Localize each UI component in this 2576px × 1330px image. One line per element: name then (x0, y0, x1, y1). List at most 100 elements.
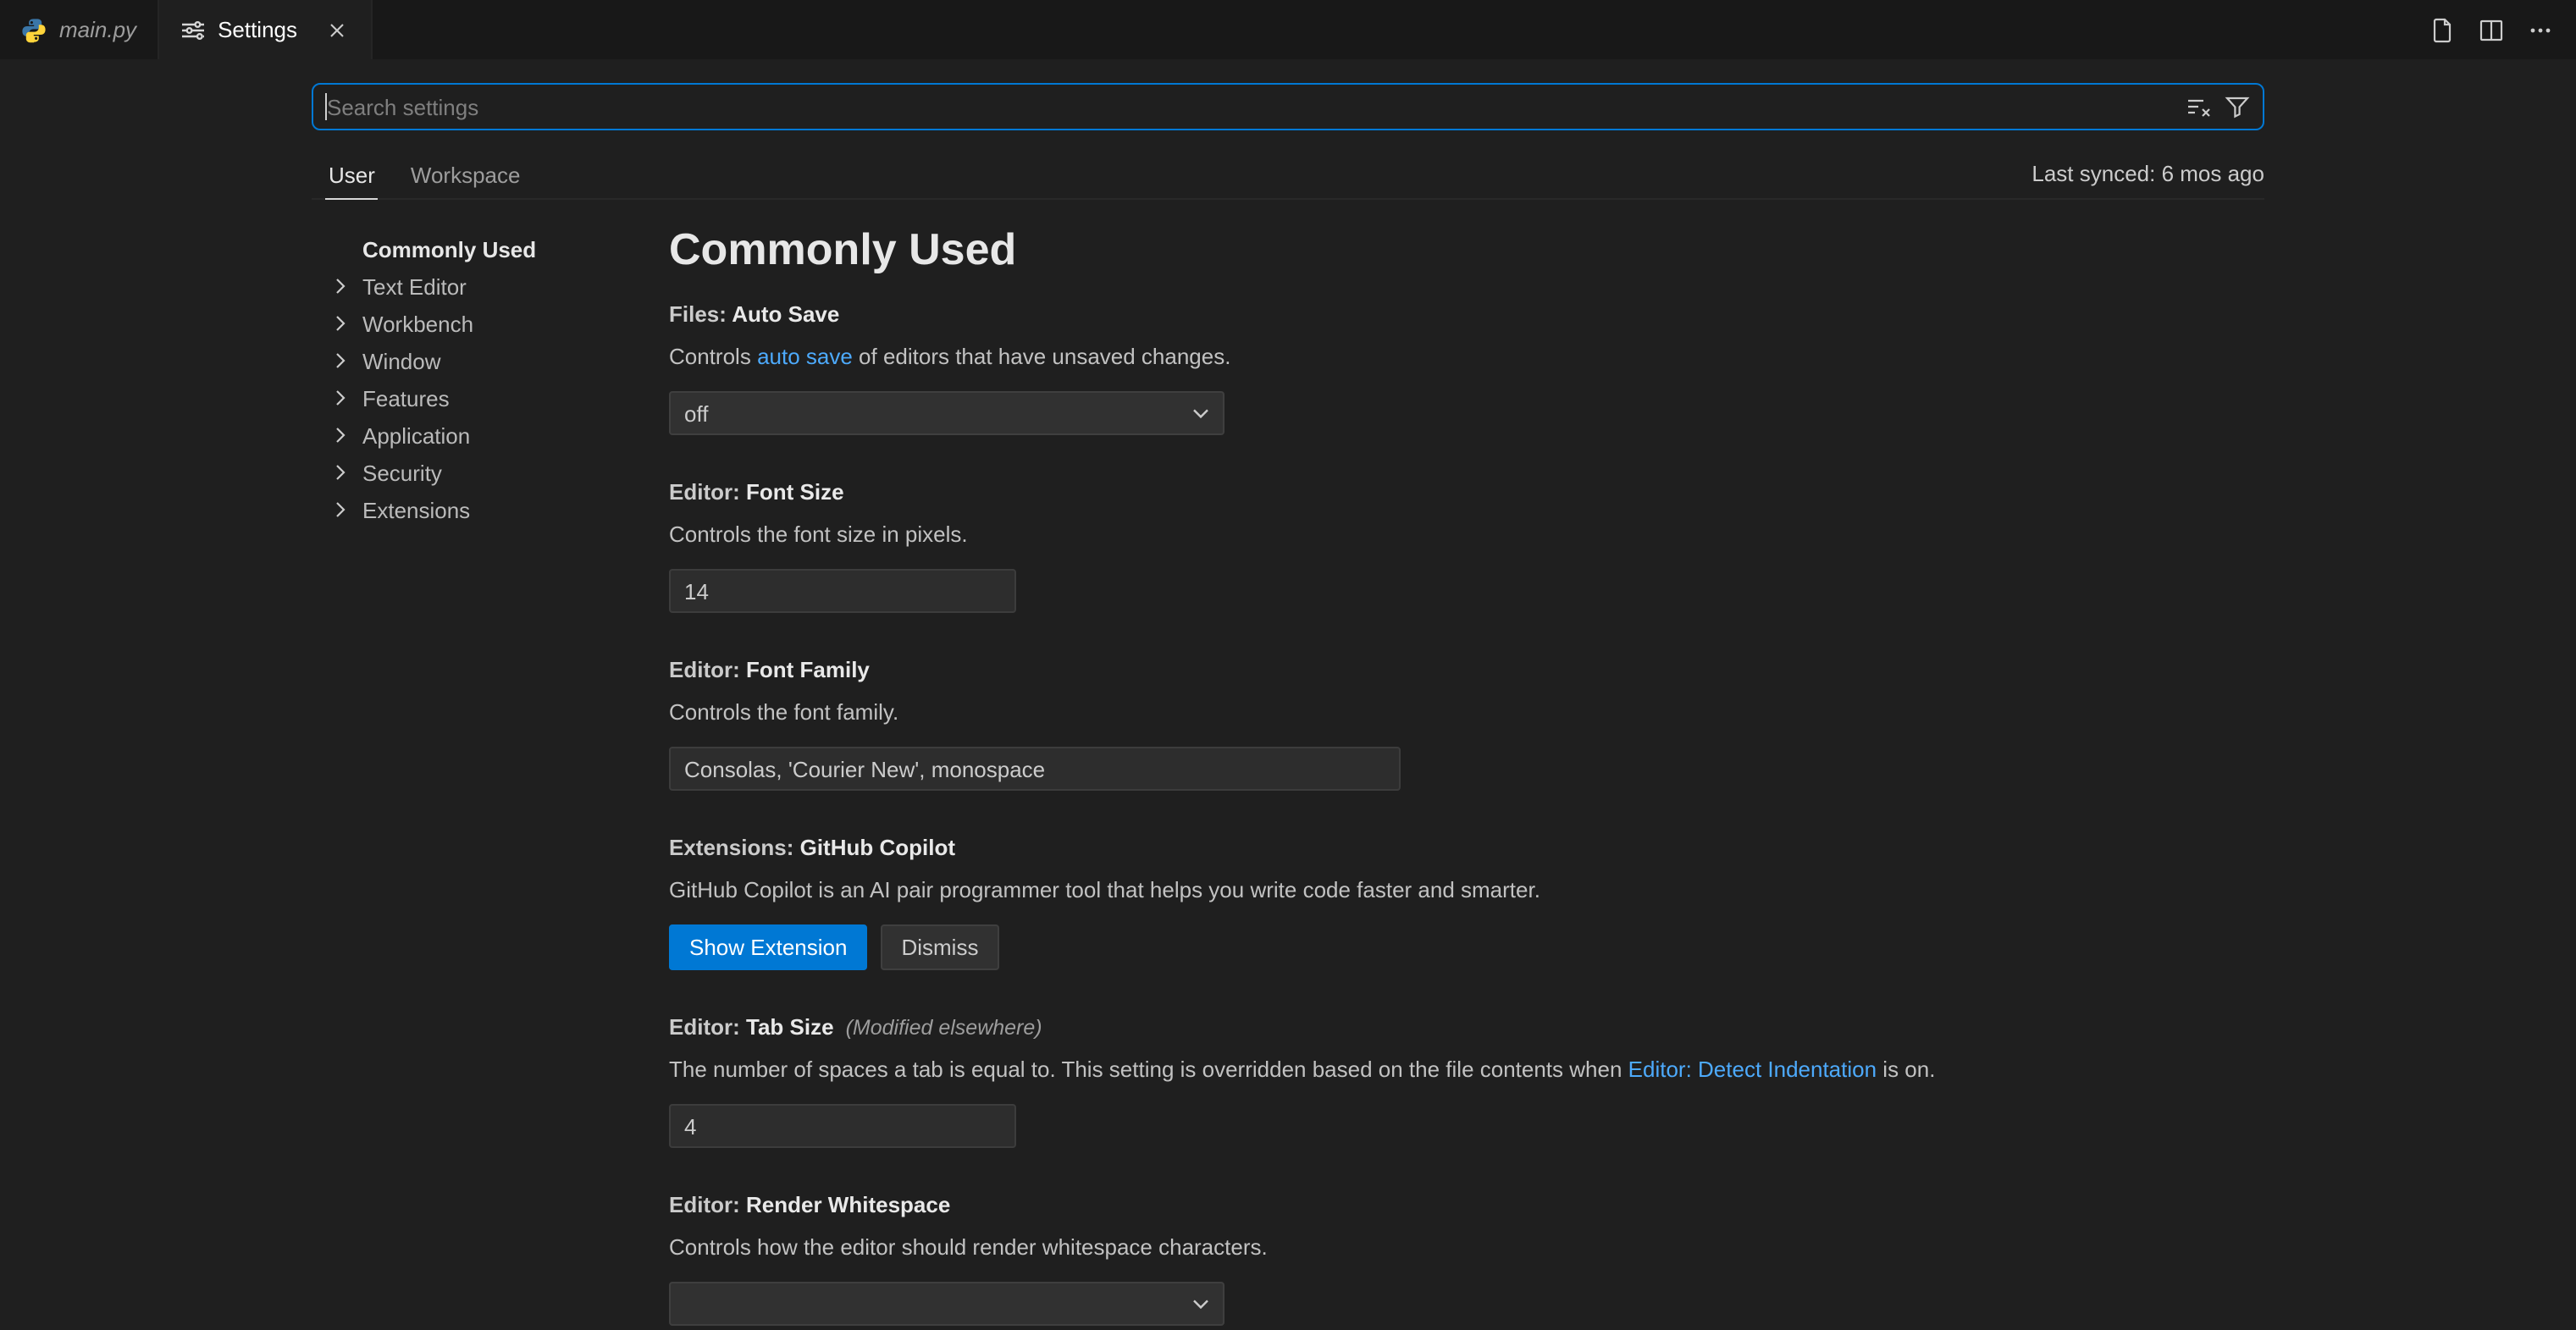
setting-description: Controls how the editor should render wh… (669, 1233, 2264, 1263)
setting-name: Font Size (746, 479, 844, 505)
setting-name: GitHub Copilot (800, 835, 955, 860)
settings-search-row (312, 83, 2264, 130)
setting-description: The number of spaces a tab is equal to. … (669, 1055, 2264, 1085)
setting-editor-font-size: Editor: Font Size Controls the font size… (669, 479, 2264, 613)
tab-settings[interactable]: Settings (158, 0, 372, 59)
auto-save-select[interactable]: off (669, 391, 1224, 435)
toc-item-workbench[interactable]: Workbench (312, 305, 669, 342)
chevron-right-icon (327, 459, 354, 486)
setting-extensions-github-copilot: Extensions: GitHub Copilot GitHub Copilo… (669, 835, 2264, 970)
select-value: off (684, 400, 1187, 426)
detect-indentation-link[interactable]: Editor: Detect Indentation (1628, 1057, 1877, 1082)
toc-item-extensions[interactable]: Extensions (312, 491, 669, 528)
setting-files-auto-save: Files: Auto Save Controls auto save of e… (669, 301, 2264, 435)
toc-item-features[interactable]: Features (312, 379, 669, 417)
auto-save-link[interactable]: auto save (757, 344, 853, 369)
setting-title: Extensions: GitHub Copilot (669, 835, 2264, 860)
split-editor-icon[interactable] (2474, 13, 2508, 47)
toc-label: Application (362, 422, 470, 448)
python-icon (20, 16, 47, 43)
chevron-right-icon (327, 384, 354, 411)
filter-icon[interactable] (2220, 90, 2254, 124)
chevron-down-icon (1187, 400, 1214, 427)
settings-header-row: User Workspace Last synced: 6 mos ago (312, 156, 2264, 200)
toc-label: Features (362, 385, 450, 411)
modified-elsewhere-note: (Modified elsewhere) (846, 1016, 1042, 1040)
description-text: The number of spaces a tab is equal to. … (669, 1057, 1628, 1082)
toc-label: Window (362, 348, 441, 373)
description-text: is on. (1877, 1057, 1935, 1082)
description-text: Controls (669, 344, 757, 369)
show-extension-button[interactable]: Show Extension (669, 924, 867, 970)
chevron-right-icon (327, 422, 354, 449)
font-family-input[interactable] (669, 747, 1401, 791)
setting-description: Controls the font family. (669, 698, 2264, 728)
chevron-down-icon (1187, 1290, 1214, 1317)
setting-category: Editor: (669, 657, 746, 682)
open-settings-json-icon[interactable] (2425, 13, 2459, 47)
search-actions (2181, 90, 2254, 124)
chevron-right-icon (327, 273, 354, 300)
dismiss-button[interactable]: Dismiss (881, 924, 998, 970)
setting-name: Tab Size (746, 1014, 834, 1040)
setting-category: Extensions: (669, 835, 800, 860)
settings-list: Commonly Used Files: Auto Save Controls … (669, 224, 2264, 1330)
chevron-right-icon (327, 347, 354, 374)
setting-description: Controls auto save of editors that have … (669, 342, 2264, 373)
setting-description: Controls the font size in pixels. (669, 520, 2264, 550)
setting-title: Editor: Font Size (669, 479, 2264, 505)
toc-label: Security (362, 460, 442, 485)
text-caret (325, 93, 327, 120)
setting-editor-render-whitespace: Editor: Render Whitespace Controls how t… (669, 1192, 2264, 1326)
setting-name: Render Whitespace (746, 1192, 950, 1217)
toc-item-text-editor[interactable]: Text Editor (312, 268, 669, 305)
tab-main-py[interactable]: main.py (0, 0, 158, 59)
clear-search-icon[interactable] (2181, 90, 2215, 124)
setting-name: Auto Save (732, 301, 839, 327)
chevron-right-icon (327, 310, 354, 337)
toc-item-window[interactable]: Window (312, 342, 669, 379)
chevron-right-icon (327, 496, 354, 523)
settings-editor: User Workspace Last synced: 6 mos ago Co… (0, 59, 2576, 1330)
tab-label: main.py (59, 17, 136, 42)
editor-tab-bar: main.py Settings (0, 0, 2576, 59)
setting-title: Editor: Render Whitespace (669, 1192, 2264, 1217)
tab-size-input[interactable] (669, 1104, 1016, 1148)
vscode-settings-window: main.py Settings (0, 0, 2576, 1330)
tab-user[interactable]: User (325, 156, 379, 200)
font-size-input[interactable] (669, 569, 1016, 613)
tab-workspace[interactable]: Workspace (407, 156, 524, 198)
setting-category: Files: (669, 301, 732, 327)
editor-actions (2407, 0, 2576, 59)
setting-title: Files: Auto Save (669, 301, 2264, 327)
close-icon[interactable] (323, 16, 350, 43)
tabbar-empty-space (372, 0, 2407, 59)
toc-item-commonly-used[interactable]: Commonly Used (312, 230, 669, 268)
last-synced-label: Last synced: 6 mos ago (2032, 161, 2264, 198)
setting-editor-font-family: Editor: Font Family Controls the font fa… (669, 657, 2264, 791)
toc-item-security[interactable]: Security (312, 454, 669, 491)
toc-label: Extensions (362, 497, 470, 522)
toc-label: Workbench (362, 311, 473, 336)
toc-label: Text Editor (362, 273, 467, 299)
more-actions-icon[interactable] (2523, 13, 2557, 47)
setting-category: Editor: (669, 1192, 746, 1217)
setting-title: Editor: Font Family (669, 657, 2264, 682)
setting-category: Editor: (669, 479, 746, 505)
settings-toc: Commonly Used Text Editor Workbench (312, 224, 669, 1330)
settings-body: Commonly Used Text Editor Workbench (312, 200, 2264, 1330)
setting-description: GitHub Copilot is an AI pair programmer … (669, 875, 2264, 906)
setting-title: Editor: Tab Size (Modified elsewhere) (669, 1014, 2264, 1040)
settings-sliders-icon (179, 16, 206, 43)
description-text: of editors that have unsaved changes. (853, 344, 1231, 369)
copilot-actions: Show Extension Dismiss (669, 924, 2264, 970)
tab-label: Settings (218, 17, 297, 42)
page-title: Commonly Used (669, 224, 2264, 274)
setting-editor-tab-size: Editor: Tab Size (Modified elsewhere) The… (669, 1014, 2264, 1148)
search-input[interactable] (313, 85, 2181, 129)
settings-search-box (312, 83, 2264, 130)
toc-label: Commonly Used (362, 236, 536, 262)
toc-item-application[interactable]: Application (312, 417, 669, 454)
render-whitespace-select[interactable] (669, 1282, 1224, 1326)
setting-category: Editor: (669, 1014, 746, 1040)
